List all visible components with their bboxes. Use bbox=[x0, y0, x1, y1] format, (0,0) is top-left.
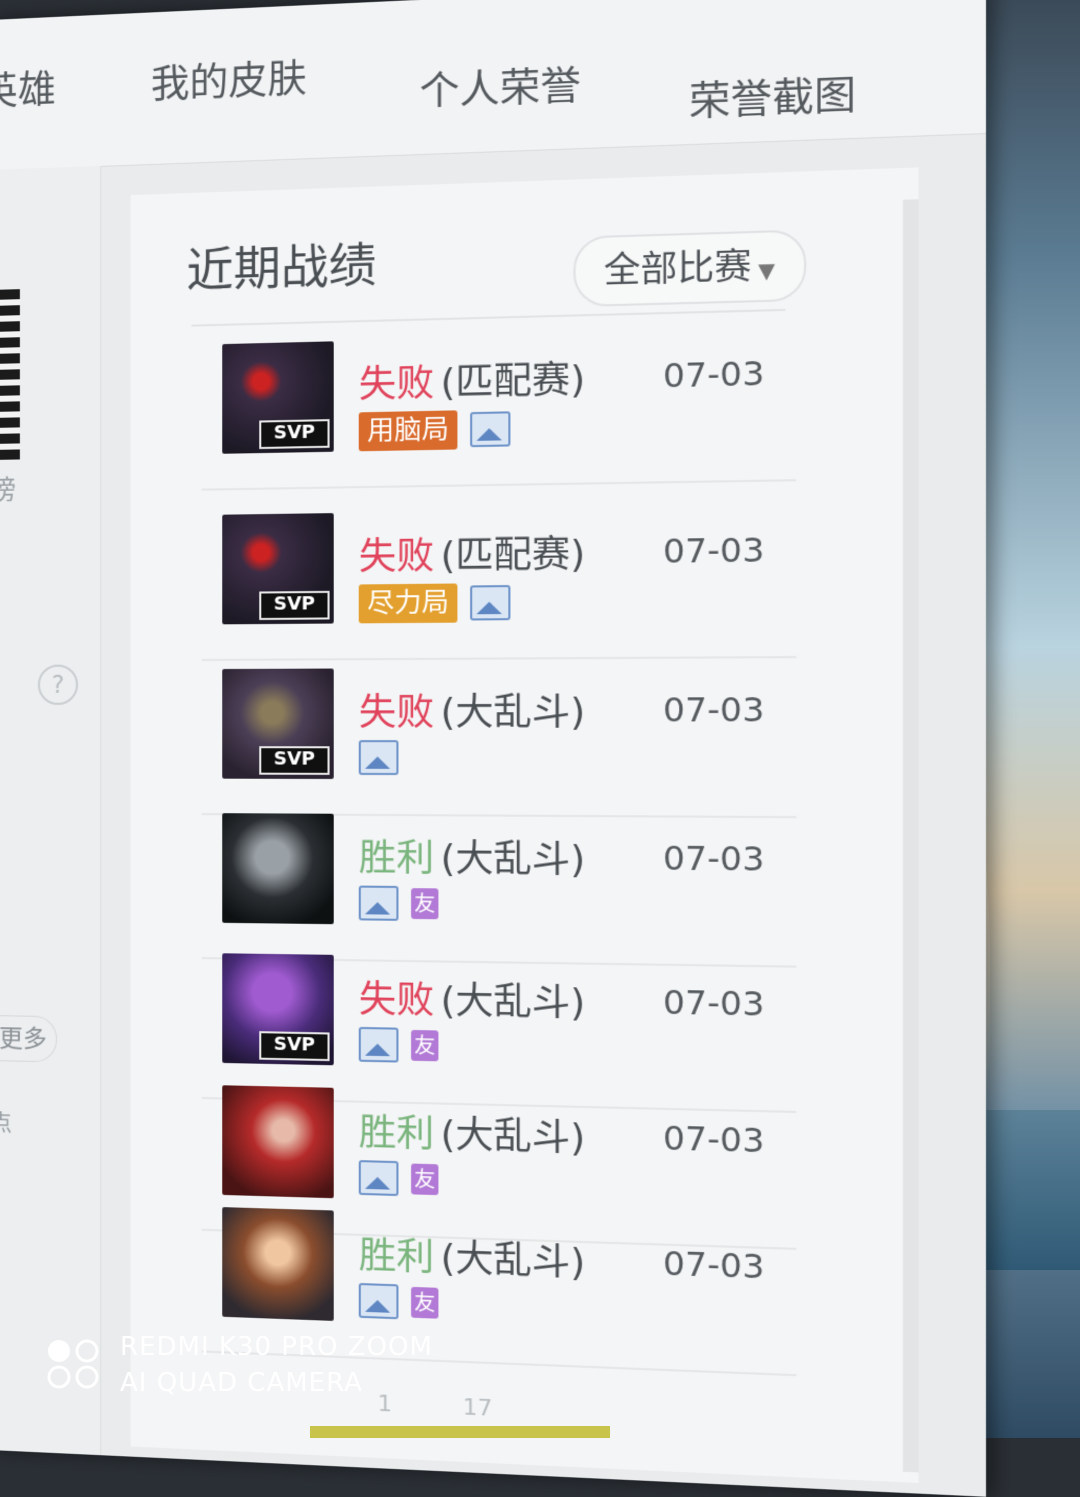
chevron-down-icon: ▼ bbox=[758, 258, 775, 284]
svp-badge: SVP bbox=[259, 1031, 329, 1061]
watermark-camera: AI QUAD CAMERA bbox=[120, 1368, 363, 1398]
match-result: 胜利 (大乱斗) bbox=[359, 1103, 586, 1162]
bottom-strip bbox=[310, 1426, 610, 1438]
watermark-model: REDMI K30 PRO ZOOM bbox=[120, 1332, 433, 1362]
match-mode: (大乱斗) bbox=[441, 838, 586, 882]
result-text: 胜利 bbox=[359, 1235, 434, 1280]
match-tags: 友 bbox=[359, 1027, 451, 1070]
filter-label: 全部比赛 bbox=[604, 246, 752, 292]
svp-badge: SVP bbox=[259, 419, 329, 449]
match-result: 胜利 (大乱斗) bbox=[359, 1226, 586, 1287]
hero-avatar bbox=[222, 813, 334, 924]
match-date: 07-03 bbox=[663, 1118, 764, 1160]
screenshot-icon[interactable] bbox=[359, 886, 399, 921]
match-date: 07-03 bbox=[663, 690, 764, 730]
screenshot-icon[interactable] bbox=[359, 1283, 399, 1319]
match-mode: (大乱斗) bbox=[441, 980, 586, 1025]
match-result: 失败 (大乱斗) bbox=[359, 970, 586, 1027]
match-date: 07-03 bbox=[663, 982, 764, 1024]
performance-tag: 用脑局 bbox=[359, 410, 458, 451]
page-total[interactable]: 17 bbox=[463, 1395, 493, 1422]
rank-label: 榜 bbox=[0, 470, 16, 507]
result-text: 失败 bbox=[359, 979, 434, 1022]
match-mode: (匹配赛) bbox=[441, 359, 586, 405]
hero-avatar: SVP bbox=[222, 669, 334, 779]
result-text: 失败 bbox=[359, 362, 434, 406]
pagination: 1 17 bbox=[378, 1391, 493, 1422]
match-row[interactable]: SVP 失败 (匹配赛) 07-03 用脑局 bbox=[222, 330, 796, 477]
hero-avatar: SVP bbox=[222, 953, 334, 1065]
match-tags: 用脑局 bbox=[359, 409, 511, 453]
tab-honor-screenshots[interactable]: 荣誉截图 bbox=[689, 62, 856, 127]
match-list: SVP 失败 (匹配赛) 07-03 用脑局 SVP 失败 (匹配赛) 07-03 尽力局 SVP 失… bbox=[131, 167, 919, 195]
scrollbar[interactable] bbox=[903, 199, 919, 1472]
match-result: 失败 (匹配赛) bbox=[359, 524, 586, 580]
match-tags bbox=[359, 740, 399, 781]
match-date: 07-03 bbox=[663, 1244, 764, 1287]
friend-badge: 友 bbox=[411, 1030, 438, 1061]
match-date: 07-03 bbox=[663, 354, 764, 396]
match-filter-dropdown[interactable]: 全部比赛 ▼ bbox=[573, 229, 806, 307]
friend-badge: 友 bbox=[411, 888, 438, 919]
screenshot-icon[interactable] bbox=[470, 585, 510, 620]
match-tags: 友 bbox=[359, 886, 451, 928]
match-mode: (大乱斗) bbox=[441, 1237, 586, 1284]
match-result: 失败 (大乱斗) bbox=[359, 682, 586, 736]
match-tags: 友 bbox=[359, 1283, 451, 1327]
friend-badge: 友 bbox=[411, 1164, 438, 1196]
tab-my-skins[interactable]: 我的皮肤 bbox=[151, 46, 307, 108]
help-icon[interactable]: ? bbox=[38, 665, 78, 705]
screenshot-icon[interactable] bbox=[359, 1160, 399, 1196]
match-tags: 友 bbox=[359, 1160, 451, 1204]
screenshot-icon[interactable] bbox=[470, 411, 510, 447]
match-date: 07-03 bbox=[663, 838, 764, 879]
hero-avatar: SVP bbox=[222, 341, 334, 453]
qr-code[interactable] bbox=[0, 289, 20, 460]
row-divider bbox=[202, 656, 797, 661]
match-tags: 尽力局 bbox=[359, 583, 511, 625]
tab-personal-honor[interactable]: 个人荣誉 bbox=[419, 52, 580, 116]
match-row[interactable]: 胜利 (大乱斗) 07-03 友 bbox=[222, 813, 796, 953]
match-result: 失败 (匹配赛) bbox=[359, 349, 586, 408]
result-text: 胜利 bbox=[359, 837, 434, 880]
row-divider bbox=[202, 479, 797, 491]
recent-matches-panel: 近期战绩 全部比赛 ▼ SVP 失败 (匹配赛) 07-03 用脑局 SVP 失败 (匹配赛) 0… bbox=[131, 167, 919, 1483]
match-mode: (大乱斗) bbox=[441, 1114, 586, 1160]
camera-lens-logo-icon bbox=[46, 1338, 102, 1390]
hero-avatar: SVP bbox=[222, 513, 334, 624]
client-window: 英雄 我的皮肤 个人荣誉 荣誉截图 榜 ? 更多 点 近期战绩 全部比赛 ▼ SV… bbox=[0, 0, 986, 1497]
match-row[interactable]: SVP 失败 (大乱斗) 07-03 友 bbox=[222, 953, 796, 1098]
hero-avatar bbox=[222, 1207, 334, 1321]
divider bbox=[192, 309, 786, 327]
match-result: 胜利 (大乱斗) bbox=[359, 828, 586, 883]
match-date: 07-03 bbox=[663, 530, 764, 571]
performance-tag: 尽力局 bbox=[359, 583, 458, 623]
hero-avatar bbox=[222, 1085, 334, 1198]
match-row[interactable]: SVP 失败 (大乱斗) 07-03 bbox=[222, 667, 796, 804]
left-sidebar: 榜 ? 更多 点 bbox=[0, 166, 101, 1455]
page-current[interactable]: 1 bbox=[378, 1391, 393, 1417]
result-text: 失败 bbox=[359, 535, 434, 578]
svp-badge: SVP bbox=[259, 591, 329, 620]
panel-title: 近期战绩 bbox=[186, 227, 376, 300]
result-text: 胜利 bbox=[359, 1112, 434, 1156]
svp-badge: SVP bbox=[259, 746, 329, 775]
match-row[interactable]: SVP 失败 (匹配赛) 07-03 尽力局 bbox=[222, 507, 796, 647]
match-mode: (大乱斗) bbox=[441, 691, 586, 734]
more-button[interactable]: 更多 bbox=[0, 1015, 57, 1062]
result-text: 失败 bbox=[359, 692, 434, 734]
screenshot-icon[interactable] bbox=[359, 1027, 399, 1063]
sidebar-stub-text: 点 bbox=[0, 1105, 12, 1138]
tab-heroes[interactable]: 英雄 bbox=[0, 57, 56, 115]
friend-badge: 友 bbox=[411, 1287, 438, 1319]
screenshot-icon[interactable] bbox=[359, 740, 399, 775]
match-mode: (匹配赛) bbox=[441, 533, 586, 577]
top-navigation: 英雄 我的皮肤 个人荣誉 荣誉截图 bbox=[0, 0, 986, 171]
